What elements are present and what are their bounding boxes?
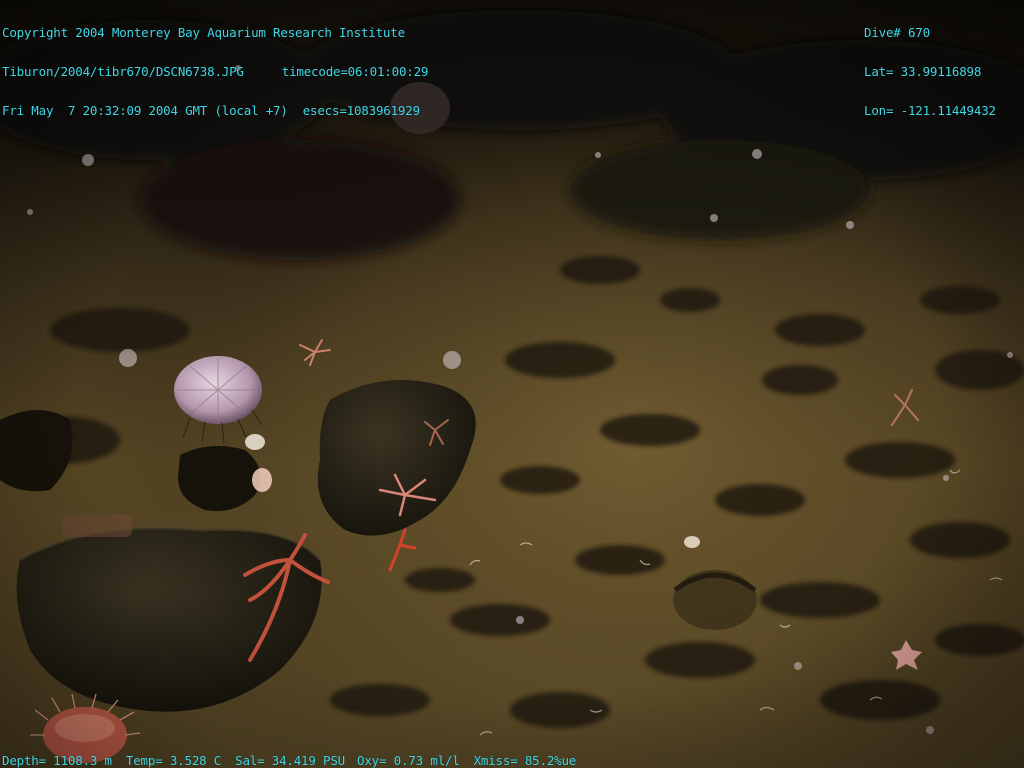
temperature: Temp= 3.528 C	[125, 753, 222, 768]
file-timecode-line: Tiburon/2004/tibr670/DSCN6738.JPG timecod…	[2, 65, 428, 78]
datetime-line: Fri May 7 20:32:09 2004 GMT (local +7) es…	[2, 104, 428, 117]
file-path: Tiburon/2004/tibr670/DSCN6738.JPG	[2, 64, 244, 79]
seafloor-photo-frame: Copyright 2004 Monterey Bay Aquarium Res…	[0, 0, 1024, 768]
telemetry-header-left: Copyright 2004 Monterey Bay Aquarium Res…	[2, 0, 428, 143]
depth: Depth= 1108.3 m	[2, 753, 112, 768]
timecode: timecode=06:01:00:29	[281, 64, 429, 79]
copyright-line: Copyright 2004 Monterey Bay Aquarium Res…	[2, 25, 405, 40]
salinity: Sal= 34.419 PSU	[235, 753, 346, 768]
longitude: Lon= -121.11449432	[864, 103, 996, 118]
dive-number: Dive# 670	[864, 25, 930, 40]
telemetry-header-right: Dive# 670 Lat= 33.99116898 Lon= -121.114…	[864, 0, 996, 143]
datetime: Fri May 7 20:32:09 2004 GMT (local +7)	[2, 103, 288, 118]
telemetry-footer: Depth= 1108.3 m Temp= 3.528 C Sal= 34.419 …	[2, 754, 576, 767]
oxygen: Oxy= 0.73 ml/l	[357, 753, 460, 768]
esecs: esecs=1083961929	[302, 103, 420, 118]
transmissometer: Xmiss= 85.2%ue	[473, 753, 577, 768]
latitude: Lat= 33.99116898	[864, 64, 982, 79]
